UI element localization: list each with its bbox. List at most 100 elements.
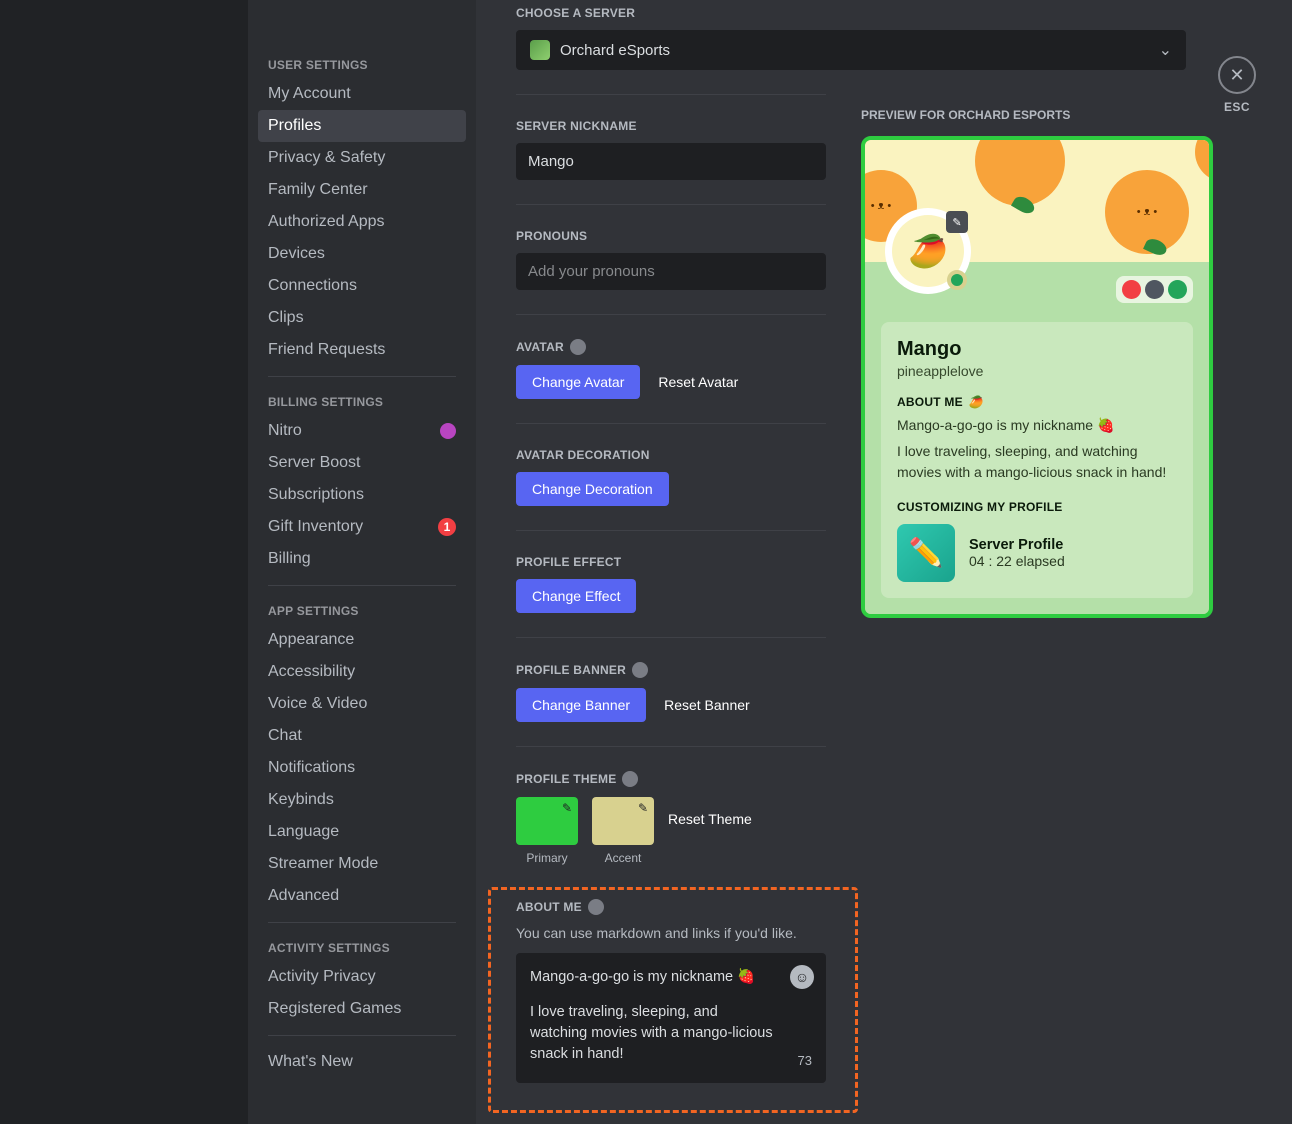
sidebar-item-appearance[interactable]: Appearance (258, 624, 466, 656)
sidebar-item-label: Profiles (268, 117, 321, 135)
sidebar-item-label: Keybinds (268, 791, 334, 809)
preview-label: Preview for Orchard eSports (861, 108, 1252, 122)
activity-title: Server Profile (969, 537, 1065, 553)
preview-about-heading: About Me🥭 (897, 395, 1177, 409)
sidebar-item-privacy-safety[interactable]: Privacy & Safety (258, 142, 466, 174)
reset-banner-button[interactable]: Reset Banner (664, 697, 750, 713)
reset-theme-button[interactable]: Reset Theme (668, 811, 752, 827)
sidebar-item-family-center[interactable]: Family Center (258, 174, 466, 206)
sidebar-item-registered-games[interactable]: Registered Games (258, 993, 466, 1025)
badge-icon (1122, 280, 1141, 299)
change-decoration-button[interactable]: Change Decoration (516, 472, 669, 506)
about-me-textarea[interactable]: Mango-a-go-go is my nickname 🍓 I love tr… (516, 953, 826, 1083)
sidebar-item-billing[interactable]: Billing (258, 543, 466, 575)
sidebar-item-nitro[interactable]: Nitro (258, 415, 466, 447)
nitro-icon (440, 423, 456, 439)
nitro-icon (588, 899, 604, 915)
theme-primary-swatch[interactable]: ✎ (516, 797, 578, 845)
change-effect-button[interactable]: Change Effect (516, 579, 636, 613)
sidebar-item-devices[interactable]: Devices (258, 238, 466, 270)
sidebar-divider (268, 585, 456, 586)
profile-banner-label: Profile Banner (516, 662, 826, 678)
theme-accent-swatch[interactable]: ✎ (592, 797, 654, 845)
sidebar-section-header: User Settings (258, 50, 466, 78)
profile-effect-label: Profile Effect (516, 555, 826, 569)
sidebar-item-voice-video[interactable]: Voice & Video (258, 688, 466, 720)
sidebar-divider (268, 376, 456, 377)
theme-accent-label: Accent (605, 851, 642, 865)
sidebar-item-label: Subscriptions (268, 486, 364, 504)
sidebar-divider (268, 1035, 456, 1036)
sidebar-item-authorized-apps[interactable]: Authorized Apps (258, 206, 466, 238)
about-me-text1: Mango-a-go-go is my nickname 🍓 (530, 967, 776, 988)
settings-content: ✕ ESC Choose a Server Orchard eSports ⌄ … (476, 0, 1292, 1124)
sidebar-item-label: My Account (268, 85, 351, 103)
profile-theme-label: Profile Theme (516, 771, 826, 787)
sidebar-item-label: Chat (268, 727, 302, 745)
close-button[interactable]: ✕ (1218, 56, 1256, 94)
sidebar-item-label: Registered Games (268, 1000, 401, 1018)
sidebar-section-header: App Settings (258, 596, 466, 624)
sidebar-section-header: Activity Settings (258, 933, 466, 961)
preview-body: 🥭 ✎ Mango pineapplelove (865, 262, 1209, 614)
sidebar-item-label: Gift Inventory (268, 518, 363, 536)
change-banner-button[interactable]: Change Banner (516, 688, 646, 722)
sidebar-item-keybinds[interactable]: Keybinds (258, 784, 466, 816)
nitro-icon (570, 339, 586, 355)
sidebar-item-profiles[interactable]: Profiles (258, 110, 466, 142)
preview-activity-heading: Customizing My Profile (897, 500, 1177, 514)
avatar-decoration-label: Avatar Decoration (516, 448, 826, 462)
sidebar-item-friend-requests[interactable]: Friend Requests (258, 334, 466, 366)
sidebar-item-advanced[interactable]: Advanced (258, 880, 466, 912)
theme-primary-label: Primary (526, 851, 567, 865)
sidebar-item-label: Authorized Apps (268, 213, 385, 231)
close-settings: ✕ ESC (1218, 56, 1256, 114)
sidebar-item-label: Language (268, 823, 339, 841)
sidebar-item-server-boost[interactable]: Server Boost (258, 447, 466, 479)
edit-avatar-icon: ✎ (946, 211, 968, 233)
preview-about-text2: I love traveling, sleeping, and watching… (897, 441, 1177, 482)
sidebar-item-clips[interactable]: Clips (258, 302, 466, 334)
settings-sidebar: User Settings My Account Profiles Privacy &… (248, 0, 476, 1124)
nickname-input[interactable] (516, 143, 826, 180)
activity-elapsed: 04 : 22 elapsed (969, 553, 1065, 569)
server-icon (530, 40, 550, 60)
server-name: Orchard eSports (560, 42, 670, 59)
sidebar-item-language[interactable]: Language (258, 816, 466, 848)
sidebar-item-my-account[interactable]: My Account (258, 78, 466, 110)
sidebar-item-label: Connections (268, 277, 357, 295)
change-avatar-button[interactable]: Change Avatar (516, 365, 640, 399)
avatar-label: Avatar (516, 339, 826, 355)
about-me-hint: You can use markdown and links if you'd … (516, 925, 826, 941)
sidebar-item-whats-new[interactable]: What's New (258, 1046, 466, 1078)
sidebar-item-activity-privacy[interactable]: Activity Privacy (258, 961, 466, 993)
sidebar-item-gift-inventory[interactable]: Gift Inventory 1 (258, 511, 466, 543)
pencil-icon: ✎ (562, 801, 572, 815)
sidebar-item-subscriptions[interactable]: Subscriptions (258, 479, 466, 511)
sidebar-item-chat[interactable]: Chat (258, 720, 466, 752)
sidebar-item-streamer-mode[interactable]: Streamer Mode (258, 848, 466, 880)
status-online-icon (947, 270, 967, 290)
pronouns-input[interactable] (516, 253, 826, 290)
preview-display-name: Mango (897, 338, 1177, 361)
sidebar-item-label: Streamer Mode (268, 855, 378, 873)
nickname-label: Server Nickname (516, 119, 826, 133)
pencil-icon: ✎ (638, 801, 648, 815)
notification-badge: 1 (438, 518, 456, 536)
sidebar-item-label: Activity Privacy (268, 968, 376, 986)
reset-avatar-button[interactable]: Reset Avatar (658, 374, 738, 390)
sidebar-item-accessibility[interactable]: Accessibility (258, 656, 466, 688)
sidebar-item-label: Advanced (268, 887, 339, 905)
preview-avatar[interactable]: 🥭 ✎ (885, 208, 971, 294)
sidebar-item-connections[interactable]: Connections (258, 270, 466, 302)
left-gutter (0, 0, 248, 1124)
nitro-icon (622, 771, 638, 787)
preview-handle: pineapplelove (897, 363, 1177, 379)
sidebar-divider (268, 922, 456, 923)
preview-about-text1: Mango-a-go-go is my nickname 🍓 (897, 415, 1177, 435)
sidebar-item-notifications[interactable]: Notifications (258, 752, 466, 784)
sidebar-item-label: Notifications (268, 759, 355, 777)
emoji-picker-button[interactable]: ☺ (790, 965, 814, 989)
sidebar-item-label: Clips (268, 309, 304, 327)
profile-preview-card: • ᴥ • • ᴥ • 🥭 ✎ (861, 136, 1213, 618)
